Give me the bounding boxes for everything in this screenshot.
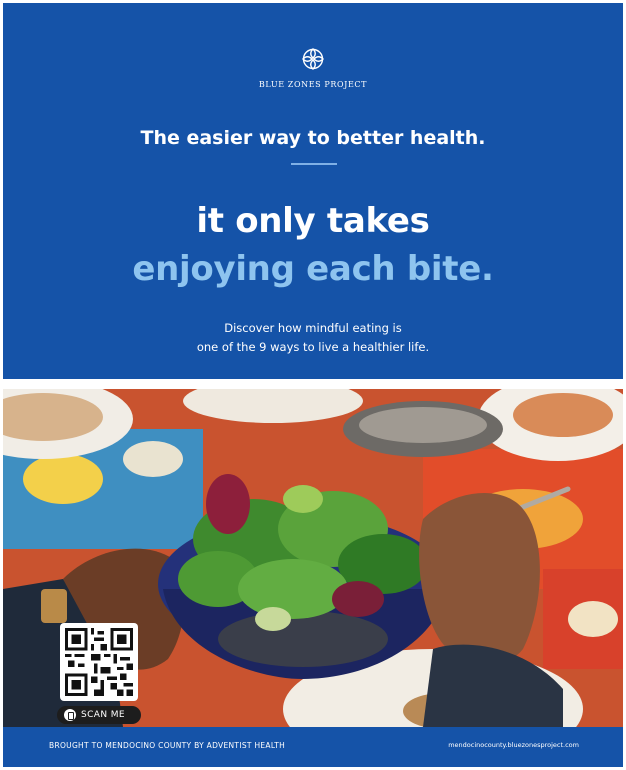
subtext-line-2: one of the 9 ways to live a healthier li… [196,340,430,354]
footer-sponsor-text: BROUGHT TO MENDOCINO COUNTY BY ADVENTIST… [49,741,286,750]
subtext-line-1: Discover how mindful eating is [224,321,402,335]
poster: BLUE ZONES PROJECT The easier way to bet… [3,3,623,767]
hero-section: BLUE ZONES PROJECT The easier way to bet… [3,3,623,379]
headline-line-1: it only takes [196,201,430,241]
qr-code-icon [65,628,133,696]
qr-code[interactable] [60,623,138,701]
brand-name: BLUE ZONES PROJECT [258,80,368,89]
headline-line-2: enjoying each bite. [132,249,494,289]
divider [291,163,337,165]
scan-me-badge[interactable]: SCAN ME [57,706,141,724]
blue-zones-knot-icon [302,48,324,70]
logo [3,47,623,75]
footer-website-link[interactable]: mendocinocounty.bluezonesproject.com [448,741,579,749]
scan-me-label: SCAN ME [81,710,125,720]
tagline: The easier way to better health. [140,127,486,149]
phone-icon [64,709,76,721]
footer: BROUGHT TO MENDOCINO COUNTY BY ADVENTIST… [3,727,623,767]
